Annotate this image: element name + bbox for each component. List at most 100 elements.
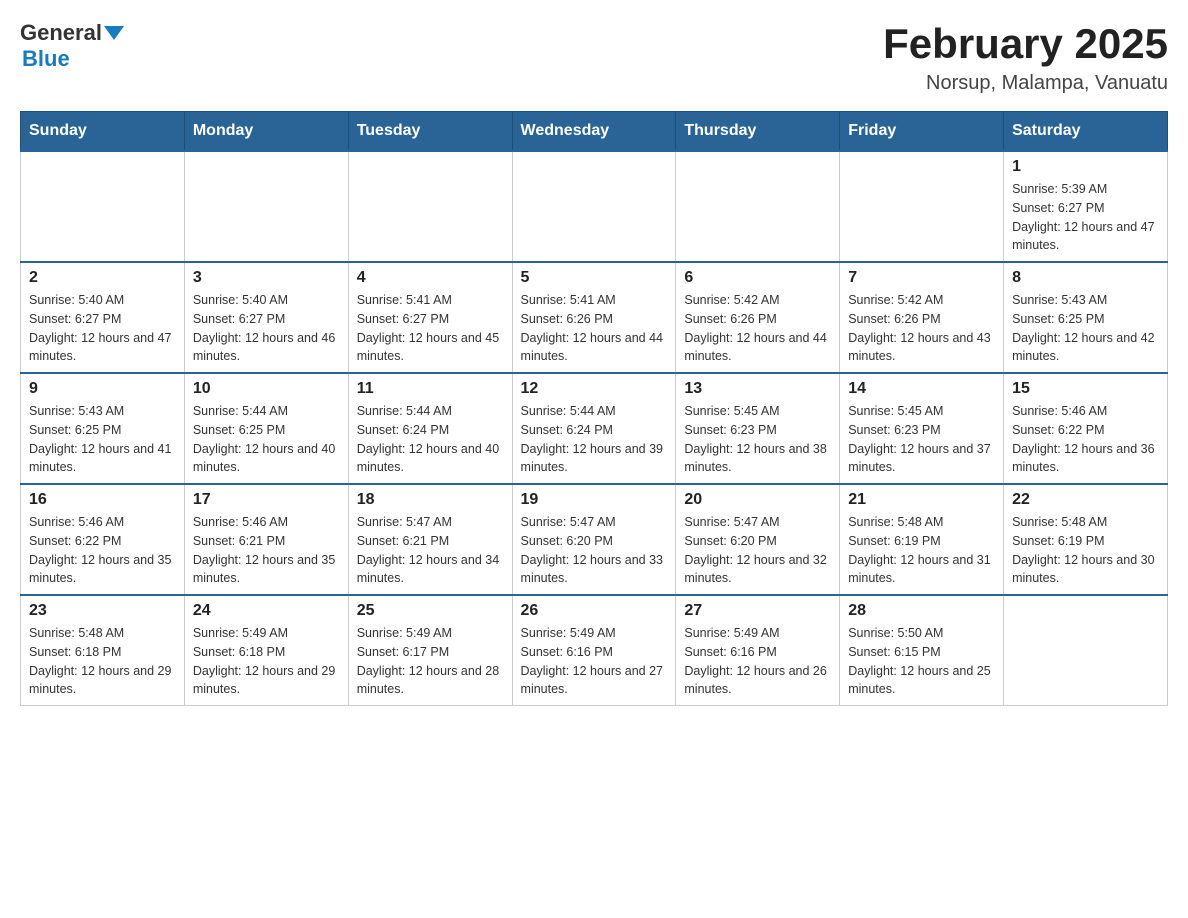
day-number: 17 (193, 491, 340, 509)
calendar-cell: 26 Sunrise: 5:49 AM Sunset: 6:16 PM Dayli… (512, 595, 676, 706)
day-info: Sunrise: 5:46 AM Sunset: 6:22 PM Dayligh… (29, 513, 176, 588)
calendar-cell (1004, 595, 1168, 706)
day-number: 5 (521, 269, 668, 287)
calendar-cell: 8 Sunrise: 5:43 AM Sunset: 6:25 PM Daylig… (1004, 262, 1168, 373)
calendar-cell: 22Sunrise: 5:48 AM Sunset: 6:19 PM Dayli… (1004, 484, 1168, 595)
day-info: Sunrise: 5:49 AM Sunset: 6:16 PM Dayligh… (684, 624, 831, 699)
day-info: Sunrise: 5:46 AM Sunset: 6:21 PM Dayligh… (193, 513, 340, 588)
day-info: Sunrise: 5:41 AM Sunset: 6:27 PM Dayligh… (357, 291, 504, 366)
calendar-cell: 4 Sunrise: 5:41 AM Sunset: 6:27 PM Daylig… (348, 262, 512, 373)
calendar-cell: 15Sunrise: 5:46 AM Sunset: 6:22 PM Dayli… (1004, 373, 1168, 484)
calendar-cell: 6 Sunrise: 5:42 AM Sunset: 6:26 PM Daylig… (676, 262, 840, 373)
day-info: Sunrise: 5:43 AM Sunset: 6:25 PM Dayligh… (1012, 291, 1159, 366)
day-info: Sunrise: 5:42 AM Sunset: 6:26 PM Dayligh… (684, 291, 831, 366)
calendar-cell (676, 151, 840, 262)
page-header: General Blue February 2025 Norsup, Malam… (20, 20, 1168, 95)
day-info: Sunrise: 5:41 AM Sunset: 6:26 PM Dayligh… (521, 291, 668, 366)
logo-blue-text: Blue (22, 46, 70, 71)
calendar-cell: 16 Sunrise: 5:46 AM Sunset: 6:22 PM Dayli… (21, 484, 185, 595)
calendar-cell: 5 Sunrise: 5:41 AM Sunset: 6:26 PM Daylig… (512, 262, 676, 373)
day-of-week-header: Sunday (21, 112, 185, 152)
calendar-cell: 18 Sunrise: 5:47 AM Sunset: 6:21 PM Dayli… (348, 484, 512, 595)
day-info: Sunrise: 5:39 AM Sunset: 6:27 PM Dayligh… (1012, 180, 1159, 255)
day-info: Sunrise: 5:47 AM Sunset: 6:21 PM Dayligh… (357, 513, 504, 588)
day-info: Sunrise: 5:45 AM Sunset: 6:23 PM Dayligh… (684, 402, 831, 477)
calendar-cell: 12Sunrise: 5:44 AM Sunset: 6:24 PM Dayli… (512, 373, 676, 484)
day-number: 19 (521, 491, 668, 509)
day-number: 12 (521, 380, 668, 398)
day-number: 3 (193, 269, 340, 287)
calendar-cell: 19 Sunrise: 5:47 AM Sunset: 6:20 PM Dayli… (512, 484, 676, 595)
day-of-week-header: Saturday (1004, 112, 1168, 152)
calendar-cell: 2 Sunrise: 5:40 AM Sunset: 6:27 PM Daylig… (21, 262, 185, 373)
day-info: Sunrise: 5:47 AM Sunset: 6:20 PM Dayligh… (684, 513, 831, 588)
calendar-header-row: SundayMondayTuesdayWednesdayThursdayFrid… (21, 112, 1168, 152)
calendar-week-row: 23Sunrise: 5:48 AM Sunset: 6:18 PM Dayli… (21, 595, 1168, 706)
day-number: 26 (521, 602, 668, 620)
day-info: Sunrise: 5:50 AM Sunset: 6:15 PM Dayligh… (848, 624, 995, 699)
day-number: 1 (1012, 158, 1159, 176)
day-number: 27 (684, 602, 831, 620)
calendar-cell: 13 Sunrise: 5:45 AM Sunset: 6:23 PM Dayli… (676, 373, 840, 484)
calendar-cell: 25Sunrise: 5:49 AM Sunset: 6:17 PM Dayli… (348, 595, 512, 706)
calendar-cell: 24 Sunrise: 5:49 AM Sunset: 6:18 PM Dayli… (184, 595, 348, 706)
day-info: Sunrise: 5:47 AM Sunset: 6:20 PM Dayligh… (521, 513, 668, 588)
calendar-cell: 27 Sunrise: 5:49 AM Sunset: 6:16 PM Dayli… (676, 595, 840, 706)
day-info: Sunrise: 5:49 AM Sunset: 6:16 PM Dayligh… (521, 624, 668, 699)
calendar-cell (348, 151, 512, 262)
day-of-week-header: Thursday (676, 112, 840, 152)
logo-general-text: General (20, 20, 102, 46)
day-number: 28 (848, 602, 995, 620)
day-number: 21 (848, 491, 995, 509)
calendar-week-row: 2 Sunrise: 5:40 AM Sunset: 6:27 PM Daylig… (21, 262, 1168, 373)
day-number: 7 (848, 269, 995, 287)
calendar-week-row: 9 Sunrise: 5:43 AM Sunset: 6:25 PM Daylig… (21, 373, 1168, 484)
calendar-table: SundayMondayTuesdayWednesdayThursdayFrid… (20, 111, 1168, 706)
calendar-week-row: 1 Sunrise: 5:39 AM Sunset: 6:27 PM Daylig… (21, 151, 1168, 262)
day-number: 13 (684, 380, 831, 398)
calendar-cell: 1 Sunrise: 5:39 AM Sunset: 6:27 PM Daylig… (1004, 151, 1168, 262)
day-of-week-header: Tuesday (348, 112, 512, 152)
day-of-week-header: Wednesday (512, 112, 676, 152)
calendar-cell: 28 Sunrise: 5:50 AM Sunset: 6:15 PM Dayli… (840, 595, 1004, 706)
day-of-week-header: Monday (184, 112, 348, 152)
day-number: 18 (357, 491, 504, 509)
day-number: 8 (1012, 269, 1159, 287)
day-number: 14 (848, 380, 995, 398)
calendar-cell: 20Sunrise: 5:47 AM Sunset: 6:20 PM Dayli… (676, 484, 840, 595)
day-info: Sunrise: 5:44 AM Sunset: 6:25 PM Dayligh… (193, 402, 340, 477)
calendar-cell: 14Sunrise: 5:45 AM Sunset: 6:23 PM Dayli… (840, 373, 1004, 484)
calendar-cell: 10 Sunrise: 5:44 AM Sunset: 6:25 PM Dayli… (184, 373, 348, 484)
day-number: 6 (684, 269, 831, 287)
title-block: February 2025 Norsup, Malampa, Vanuatu (883, 20, 1168, 95)
day-number: 4 (357, 269, 504, 287)
day-number: 10 (193, 380, 340, 398)
logo: General Blue (20, 20, 126, 72)
logo-triangle-icon (104, 26, 124, 40)
day-info: Sunrise: 5:40 AM Sunset: 6:27 PM Dayligh… (193, 291, 340, 366)
calendar-title: February 2025 (883, 20, 1168, 68)
calendar-cell (512, 151, 676, 262)
day-info: Sunrise: 5:40 AM Sunset: 6:27 PM Dayligh… (29, 291, 176, 366)
day-info: Sunrise: 5:42 AM Sunset: 6:26 PM Dayligh… (848, 291, 995, 366)
day-of-week-header: Friday (840, 112, 1004, 152)
day-number: 11 (357, 380, 504, 398)
day-number: 25 (357, 602, 504, 620)
day-number: 2 (29, 269, 176, 287)
day-info: Sunrise: 5:48 AM Sunset: 6:18 PM Dayligh… (29, 624, 176, 699)
day-number: 9 (29, 380, 176, 398)
calendar-week-row: 16 Sunrise: 5:46 AM Sunset: 6:22 PM Dayli… (21, 484, 1168, 595)
day-number: 22 (1012, 491, 1159, 509)
calendar-cell: 21Sunrise: 5:48 AM Sunset: 6:19 PM Dayli… (840, 484, 1004, 595)
calendar-cell: 23Sunrise: 5:48 AM Sunset: 6:18 PM Dayli… (21, 595, 185, 706)
day-info: Sunrise: 5:43 AM Sunset: 6:25 PM Dayligh… (29, 402, 176, 477)
calendar-cell (840, 151, 1004, 262)
calendar-cell: 17 Sunrise: 5:46 AM Sunset: 6:21 PM Dayli… (184, 484, 348, 595)
calendar-cell: 9 Sunrise: 5:43 AM Sunset: 6:25 PM Daylig… (21, 373, 185, 484)
calendar-cell: 11 Sunrise: 5:44 AM Sunset: 6:24 PM Dayli… (348, 373, 512, 484)
day-number: 16 (29, 491, 176, 509)
day-number: 24 (193, 602, 340, 620)
day-info: Sunrise: 5:49 AM Sunset: 6:18 PM Dayligh… (193, 624, 340, 699)
calendar-subtitle: Norsup, Malampa, Vanuatu (883, 72, 1168, 95)
day-info: Sunrise: 5:44 AM Sunset: 6:24 PM Dayligh… (357, 402, 504, 477)
